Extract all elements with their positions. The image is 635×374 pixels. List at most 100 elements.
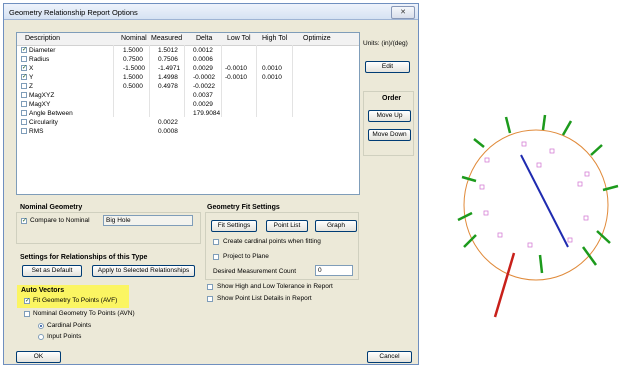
- table-cell-measured: 0.0008: [158, 128, 178, 135]
- order-group: Order Move Up Move Down: [363, 91, 414, 156]
- create-cardinal-points-label: Create cardinal points when fitting: [223, 238, 321, 245]
- table-row[interactable]: ✓ X -1.5000 -1.4971 0.0029 -0.0010 0.0010: [17, 64, 359, 73]
- table-cell-nominal: 1.5000: [123, 74, 143, 81]
- cardinal-points-label: Cardinal Points: [47, 322, 92, 329]
- units-label: Units: (in)/(deg): [363, 40, 408, 47]
- column-header-nominal[interactable]: Nominal: [121, 35, 147, 42]
- cancel-button[interactable]: Cancel: [367, 351, 412, 363]
- point-list-button[interactable]: Point List: [266, 220, 308, 232]
- column-header-high-tol[interactable]: High Tol: [262, 35, 287, 42]
- fit-geometry-checkbox[interactable]: ✓: [24, 298, 30, 304]
- nominal-geometry-to-points-label: Nominal Geometry To Points (AVN): [33, 310, 135, 317]
- set-as-default-button[interactable]: Set as Default: [22, 265, 82, 277]
- column-header-measured[interactable]: Measured: [151, 35, 182, 42]
- create-cardinal-points-checkbox[interactable]: [213, 239, 219, 245]
- row-checkbox[interactable]: [21, 128, 27, 134]
- apply-to-selected-button[interactable]: Apply to Selected Relationships: [92, 265, 195, 277]
- move-down-button[interactable]: Move Down: [368, 129, 411, 141]
- table-cell-desc: Y: [29, 74, 34, 81]
- edit-units-button[interactable]: Edit: [365, 61, 410, 73]
- measured-point: [521, 141, 527, 147]
- graph-button[interactable]: Graph: [315, 220, 357, 232]
- table-row[interactable]: ✓ Diameter 1.5000 1.5012 0.0012: [17, 46, 359, 55]
- table-cell-measured: 0.0022: [158, 119, 178, 126]
- table-body: ✓ Diameter 1.5000 1.5012 0.0012 Radius 0.7500 0…: [17, 45, 359, 145]
- green-vector: [561, 120, 573, 136]
- input-points-radio[interactable]: [38, 334, 44, 340]
- row-checkbox[interactable]: ✓: [21, 65, 27, 71]
- settings-title: Settings for Relationships of this Type: [20, 254, 148, 261]
- table-cell-measured: 1.4998: [158, 74, 178, 81]
- row-checkbox[interactable]: [21, 83, 27, 89]
- table-cell-low: -0.0010: [225, 65, 248, 72]
- column-header-description[interactable]: Description: [25, 35, 60, 42]
- green-vector: [538, 254, 544, 274]
- table-cell-desc: Circularity: [29, 119, 58, 126]
- input-points-label: Input Points: [47, 333, 82, 340]
- report-options-dialog: Geometry Relationship Report Options ✕ D…: [3, 3, 419, 365]
- measured-point: [497, 232, 503, 238]
- show-tolerance-checkbox[interactable]: [207, 284, 213, 290]
- fit-settings-button[interactable]: Fit Settings: [211, 220, 257, 232]
- table-cell-measured: 1.5012: [158, 47, 178, 54]
- table-row[interactable]: Angle Between 179.9084: [17, 109, 359, 118]
- row-checkbox[interactable]: ✓: [21, 74, 27, 80]
- row-checkbox[interactable]: [21, 119, 27, 125]
- table-row[interactable]: MagXYZ 0.0037: [17, 91, 359, 100]
- desired-count-field[interactable]: 0: [315, 265, 353, 276]
- table-cell-desc: MagXY: [29, 101, 51, 108]
- project-to-plane-label: Project to Plane: [223, 253, 269, 260]
- cardinal-points-radio[interactable]: [38, 323, 44, 329]
- fitted-circle: [463, 129, 609, 281]
- measured-point: [483, 210, 489, 216]
- measured-point: [567, 237, 573, 243]
- move-up-button[interactable]: Move Up: [368, 110, 411, 122]
- row-checkbox[interactable]: [21, 56, 27, 62]
- close-button[interactable]: ✕: [391, 6, 415, 19]
- table-cell-delta: -0.0002: [193, 74, 216, 81]
- table-cell-desc: Radius: [29, 56, 50, 63]
- green-vector: [590, 144, 603, 156]
- table-row[interactable]: RMS 0.0008: [17, 127, 359, 136]
- row-checkbox[interactable]: [21, 92, 27, 98]
- table-row[interactable]: MagXY 0.0029: [17, 100, 359, 109]
- compare-to-nominal-checkbox[interactable]: ✓: [21, 218, 27, 224]
- table-cell-nominal: 1.5000: [123, 47, 143, 54]
- column-header-low-tol[interactable]: Low Tol: [227, 35, 251, 42]
- table-cell-low: -0.0010: [225, 74, 248, 81]
- show-tolerance-label: Show High and Low Tolerance in Report: [217, 283, 333, 290]
- green-vector: [602, 184, 619, 192]
- table-cell-high: 0.0010: [262, 74, 282, 81]
- compare-to-nominal-label: Compare to Nominal: [30, 217, 90, 224]
- row-checkbox[interactable]: [21, 101, 27, 107]
- geometry-view: [457, 114, 619, 318]
- axis-vector: [520, 154, 569, 248]
- row-checkbox[interactable]: [21, 110, 27, 116]
- measured-point: [549, 148, 555, 154]
- row-checkbox[interactable]: ✓: [21, 47, 27, 53]
- show-point-list-checkbox[interactable]: [207, 296, 213, 302]
- table-cell-nominal: -1.5000: [123, 65, 146, 72]
- table-row[interactable]: Radius 0.7500 0.7506 0.0006: [17, 55, 359, 64]
- nominal-geometry-to-points-checkbox[interactable]: [24, 311, 30, 317]
- fit-geometry-label: Fit Geometry To Points (AVF): [33, 297, 118, 304]
- nominal-geometry-field[interactable]: Big Hole: [103, 215, 193, 226]
- dialog-title: Geometry Relationship Report Options: [9, 8, 138, 17]
- table-cell-delta: 0.0012: [193, 47, 213, 54]
- table-cell-high: 0.0010: [262, 65, 282, 72]
- project-to-plane-checkbox[interactable]: [213, 254, 219, 260]
- column-header-optimize[interactable]: Optimize: [303, 35, 331, 42]
- column-header-delta[interactable]: Delta: [196, 35, 212, 42]
- measured-point: [536, 162, 542, 168]
- green-vector: [504, 116, 512, 134]
- point-group: [479, 141, 590, 248]
- table-row[interactable]: Circularity 0.0022: [17, 118, 359, 127]
- ok-button[interactable]: OK: [16, 351, 61, 363]
- measured-point: [583, 215, 589, 221]
- table-cell-delta: 179.9084: [193, 110, 221, 117]
- measured-point: [484, 157, 490, 163]
- table-cell-delta: 0.0006: [193, 56, 213, 63]
- measured-point: [527, 242, 533, 248]
- table-row[interactable]: Z 0.5000 0.4978 -0.0022: [17, 82, 359, 91]
- table-row[interactable]: ✓ Y 1.5000 1.4998 -0.0002 -0.0010 0.0010: [17, 73, 359, 82]
